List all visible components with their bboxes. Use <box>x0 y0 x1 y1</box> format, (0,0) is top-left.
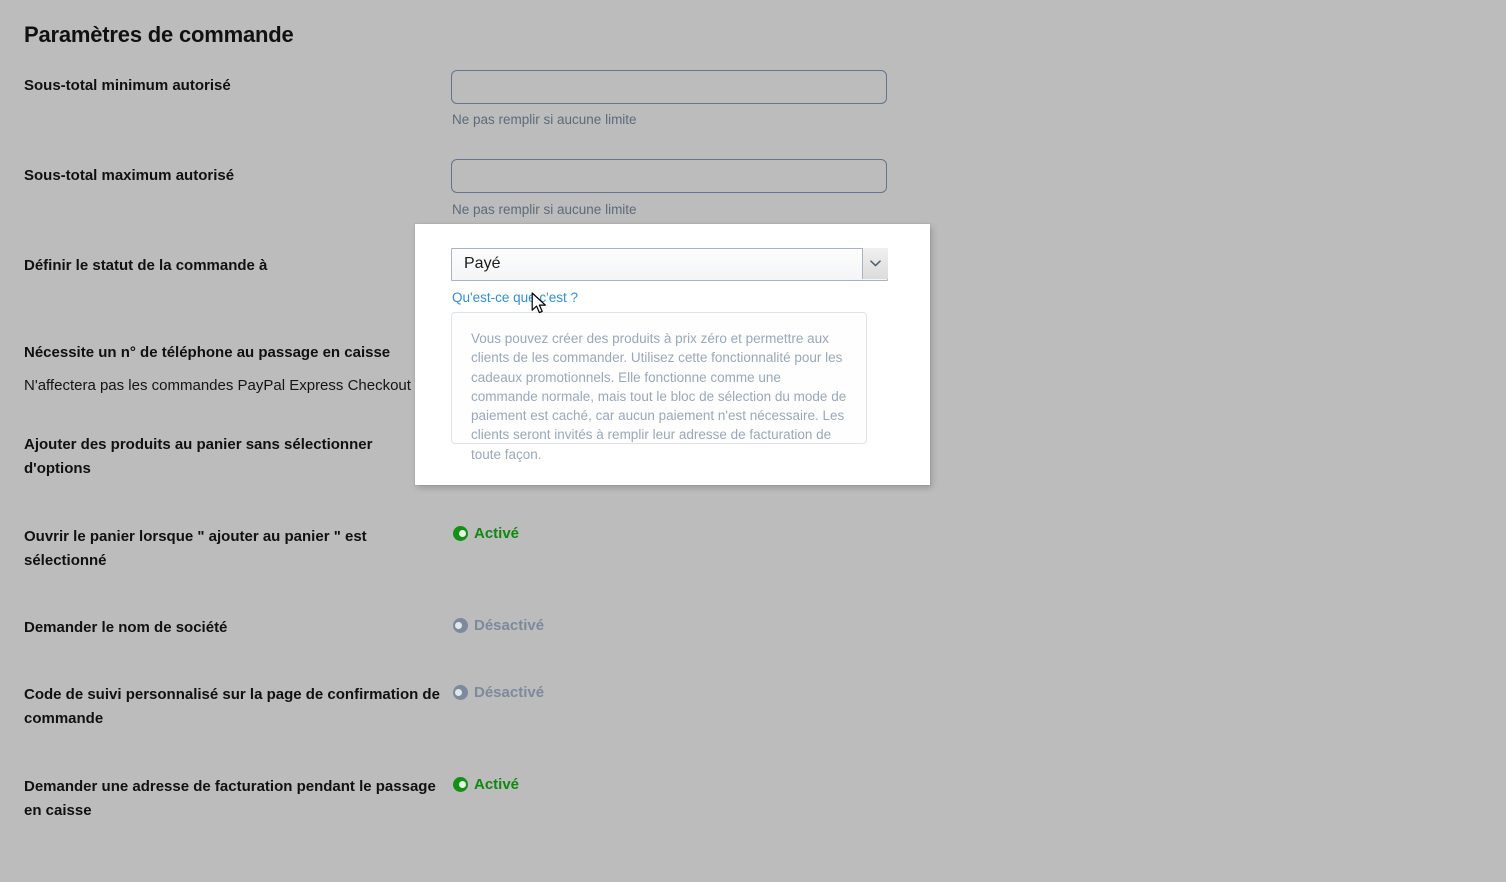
chevron-down-icon[interactable] <box>862 248 888 279</box>
toggle-off-icon <box>453 618 468 633</box>
billing-address-toggle[interactable]: Activé <box>453 777 519 792</box>
order-status-help-popup: Payé Qu'est-ce que c'est ? Vous pouvez c… <box>415 224 930 485</box>
toggle-on-icon <box>453 777 468 792</box>
tracking-code-toggle[interactable]: Désactivé <box>453 685 544 700</box>
toggle-state-label: Désactivé <box>474 617 545 634</box>
toggle-off-icon <box>453 685 468 700</box>
min-subtotal-hint: Ne pas remplir si aucune limite <box>452 112 637 127</box>
toggle-state-label: Activé <box>474 776 520 793</box>
page-title: Paramètres de commande <box>24 22 294 47</box>
setting-label: Ouvrir le panier lorsque " ajouter au pa… <box>24 528 367 569</box>
select-box <box>451 248 888 281</box>
max-subtotal-input[interactable] <box>451 159 887 193</box>
select-value: Payé <box>464 255 501 272</box>
order-settings-page: Paramètres de commande Sous-total minimu… <box>0 0 1506 882</box>
toggle-state-label: Activé <box>474 525 520 542</box>
setting-label: Sous-total minimum autorisé <box>24 77 231 94</box>
open-cart-toggle[interactable]: Activé <box>453 526 519 541</box>
what-is-this-link[interactable]: Qu'est-ce que c'est ? <box>452 290 578 306</box>
setting-label: Sous-total maximum autorisé <box>24 167 235 184</box>
min-subtotal-input[interactable] <box>451 70 887 104</box>
setting-label: Définir le statut de la commande à <box>24 257 268 274</box>
help-tooltip: Vous pouvez créer des produits à prix zé… <box>451 312 867 462</box>
help-tooltip-text: Vous pouvez créer des produits à prix zé… <box>471 331 847 462</box>
company-name-toggle[interactable]: Désactivé <box>453 618 544 633</box>
order-status-select[interactable]: Payé <box>451 248 888 281</box>
setting-label: Code de suivi personnalisé sur la page d… <box>24 686 440 727</box>
max-subtotal-hint: Ne pas remplir si aucune limite <box>452 202 637 217</box>
toggle-state-label: Désactivé <box>474 684 545 701</box>
setting-label: Demander une adresse de facturation pend… <box>24 778 436 819</box>
setting-label: Ajouter des produits au panier sans séle… <box>24 436 373 477</box>
toggle-on-icon <box>453 526 468 541</box>
setting-label: Demander le nom de société <box>24 619 228 636</box>
setting-label: Nécessite un n° de téléphone au passage … <box>24 344 391 361</box>
setting-sublabel: N'affectera pas les commandes PayPal Exp… <box>24 377 411 394</box>
